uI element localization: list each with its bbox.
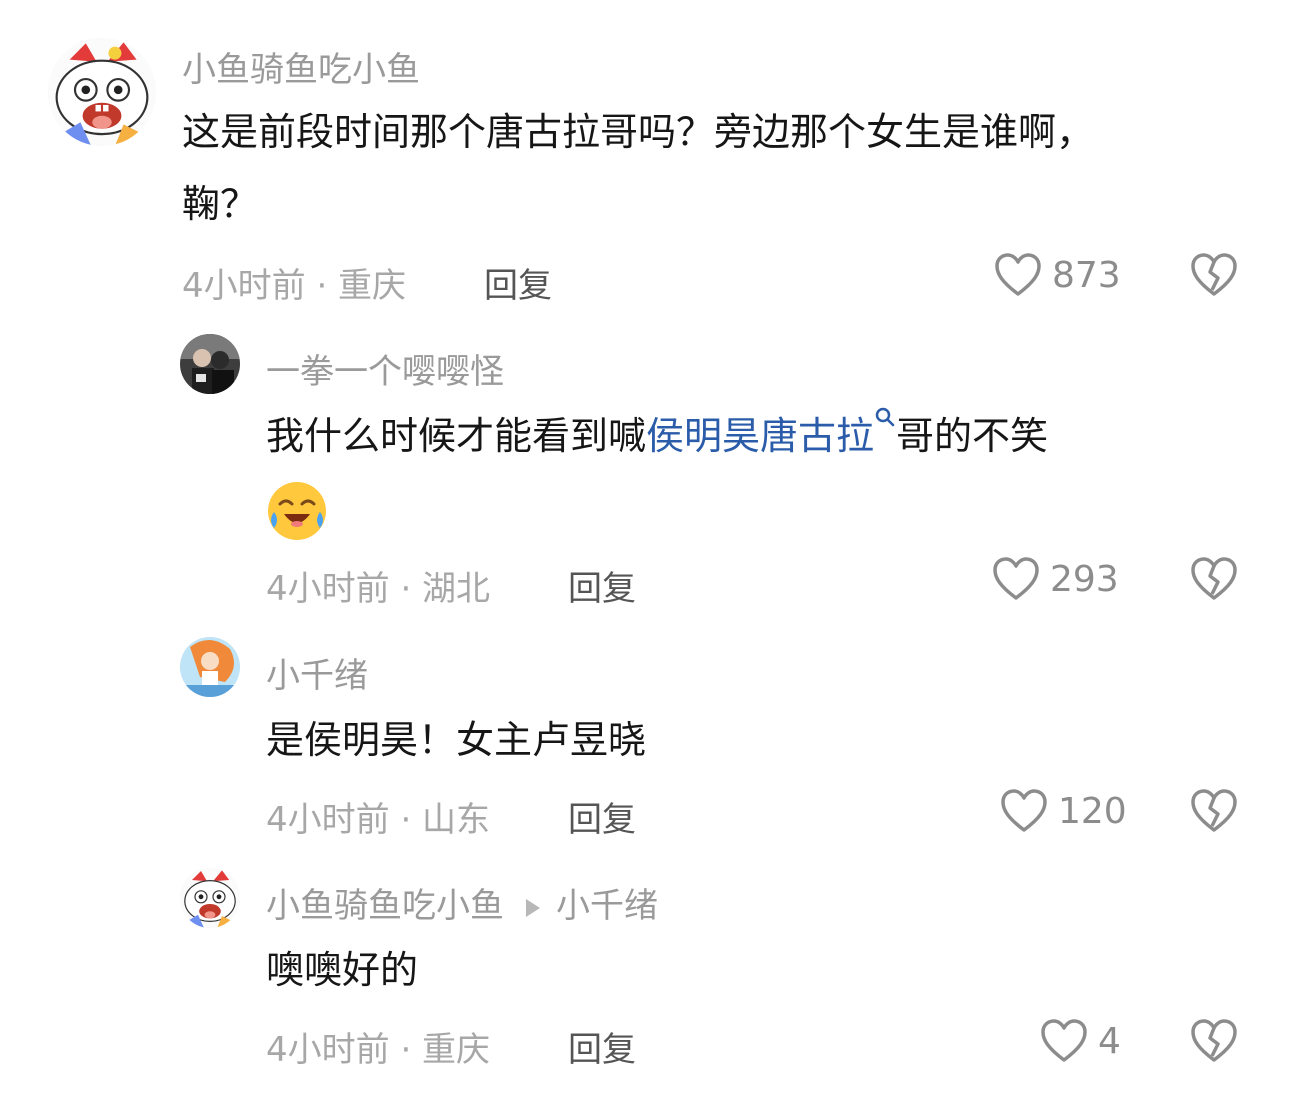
heart-outline-icon <box>1041 1019 1087 1062</box>
comment-text: 我什么时候才能看到喊侯明昊唐古拉 哥的不笑 <box>266 400 1246 544</box>
avatar[interactable] <box>180 637 240 697</box>
dislike-button[interactable] <box>1190 788 1238 834</box>
comment-text-segment: 哥的不笑 <box>896 414 1049 458</box>
like-count: 4 <box>1098 1020 1121 1062</box>
username[interactable]: 小千绪 <box>266 648 368 697</box>
heart-outline-icon <box>993 557 1039 600</box>
comment-meta: 4小时前 · 山东 <box>266 800 491 840</box>
reply-button[interactable]: 回复 <box>568 561 636 610</box>
like-count: 120 <box>1058 790 1127 832</box>
comment-meta: 4小时前 · 重庆 <box>182 266 407 306</box>
heart-outline-icon <box>995 253 1041 296</box>
like-button[interactable]: 873 <box>994 252 1121 298</box>
reply-button[interactable]: 回复 <box>484 258 552 307</box>
username[interactable]: 小鱼骑鱼吃小鱼 <box>182 42 420 91</box>
like-button[interactable]: 120 <box>1000 788 1127 834</box>
avatar[interactable] <box>48 38 156 146</box>
reply-button[interactable]: 回复 <box>568 1022 636 1071</box>
search-icon[interactable] <box>874 406 896 432</box>
like-count: 293 <box>1050 558 1119 600</box>
comment-meta: 4小时前 · 湖北 <box>266 569 491 609</box>
reply-button[interactable]: 回复 <box>568 792 636 841</box>
like-count: 873 <box>1052 254 1121 296</box>
broken-heart-icon <box>1191 789 1237 832</box>
broken-heart-icon <box>1191 1019 1237 1062</box>
comment-text-line: 这是前段时间那个唐古拉哥吗？旁边那个女生是谁啊， <box>182 110 1095 154</box>
comment-text: 这是前段时间那个唐古拉哥吗？旁边那个女生是谁啊， 鞠？ <box>182 96 1242 240</box>
username: 小鱼骑鱼吃小鱼 小千绪 <box>266 878 658 927</box>
comment-meta: 4小时前 · 重庆 <box>266 1030 491 1070</box>
username[interactable]: 一拳一个嘤嘤怪 <box>266 344 504 393</box>
username-link[interactable]: 小鱼骑鱼吃小鱼 <box>266 886 504 926</box>
broken-heart-icon <box>1191 253 1237 296</box>
like-button[interactable]: 293 <box>992 556 1119 602</box>
triangle-right-icon <box>526 898 540 917</box>
avatar[interactable] <box>180 868 240 928</box>
dislike-button[interactable] <box>1190 556 1238 602</box>
comment-text: 噢噢好的 <box>266 948 419 992</box>
comment-text: 是侯明昊！女主卢昱晓 <box>266 718 647 762</box>
heart-outline-icon <box>1001 789 1047 832</box>
comment-text-line: 鞠？ <box>182 182 259 226</box>
search-link[interactable]: 侯明昊唐古拉 <box>646 414 874 458</box>
comment-text-segment: 我什么时候才能看到喊 <box>266 414 647 458</box>
crying-laughing-emoji <box>268 481 326 540</box>
broken-heart-icon <box>1191 557 1237 600</box>
avatar[interactable] <box>180 334 240 394</box>
reply-target-username[interactable]: 小千绪 <box>556 886 658 926</box>
dislike-button[interactable] <box>1190 252 1238 298</box>
like-button[interactable]: 4 <box>1040 1018 1121 1064</box>
dislike-button[interactable] <box>1190 1018 1238 1064</box>
